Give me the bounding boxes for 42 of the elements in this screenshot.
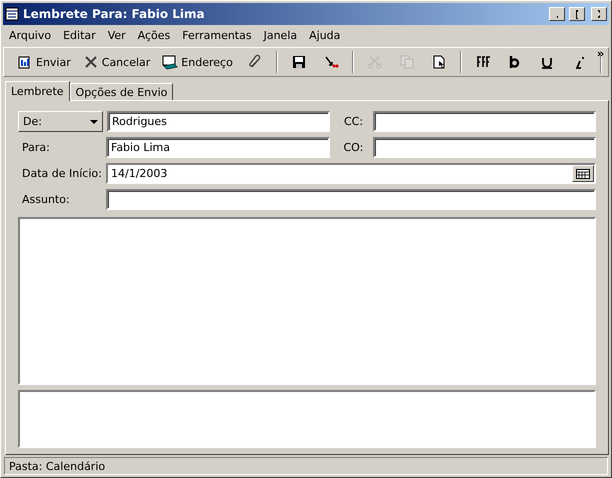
arrow-dots-icon bbox=[322, 54, 339, 70]
field-label: CC: bbox=[343, 115, 364, 128]
attachment-area[interactable] bbox=[18, 390, 596, 448]
caret-icon bbox=[90, 120, 98, 124]
bcc-field[interactable] bbox=[372, 137, 596, 158]
scissors-icon bbox=[366, 54, 383, 70]
field-label: Data de Início: bbox=[21, 167, 102, 180]
font-icon bbox=[474, 54, 491, 70]
menu-item[interactable]: Janela bbox=[258, 28, 304, 42]
tab[interactable]: Lembrete bbox=[5, 81, 70, 101]
note-icon bbox=[5, 7, 19, 21]
calendar-icon bbox=[576, 168, 590, 178]
toolbar-button[interactable]: Endereço bbox=[157, 50, 238, 74]
menu-item[interactable]: Ações bbox=[132, 28, 176, 42]
from-field[interactable]: Rodrigues bbox=[107, 111, 330, 132]
toolbar-button[interactable]: Enviar bbox=[12, 50, 76, 74]
menu-item[interactable]: Editar bbox=[57, 28, 102, 42]
window-title: Lembrete Para: Fabio Lima bbox=[23, 7, 206, 21]
maximize-button[interactable] bbox=[569, 7, 585, 21]
copy-icon bbox=[398, 54, 415, 70]
status-text: Pasta: Calendário bbox=[4, 457, 608, 475]
save-icon bbox=[290, 54, 307, 70]
from-dropdown[interactable]: De: bbox=[18, 111, 103, 132]
close-button[interactable] bbox=[591, 7, 607, 21]
field-label: Assunto: bbox=[21, 193, 71, 206]
to-field[interactable]: Fabio Lima bbox=[106, 137, 330, 158]
menu-item[interactable]: Ver bbox=[102, 28, 132, 42]
paste-icon bbox=[430, 54, 447, 70]
calendar-button[interactable] bbox=[572, 165, 594, 182]
field-label: Para: bbox=[21, 141, 51, 154]
subject-field[interactable] bbox=[106, 189, 596, 210]
paperclip-icon bbox=[246, 54, 263, 70]
tab[interactable]: Opções de Envio bbox=[70, 83, 174, 100]
overflow-icon[interactable] bbox=[597, 51, 605, 59]
minimize-button[interactable] bbox=[549, 7, 565, 21]
cc-field[interactable] bbox=[373, 111, 596, 132]
toolbar-button[interactable]: Cancelar bbox=[78, 50, 156, 74]
menu-item[interactable]: Ajuda bbox=[303, 28, 346, 42]
menu-item[interactable]: Ferramentas bbox=[176, 28, 258, 42]
field-label: CO: bbox=[342, 141, 364, 154]
menu-item[interactable]: Arquivo bbox=[3, 28, 58, 42]
date-field[interactable]: 14/1/2003 bbox=[106, 163, 596, 184]
